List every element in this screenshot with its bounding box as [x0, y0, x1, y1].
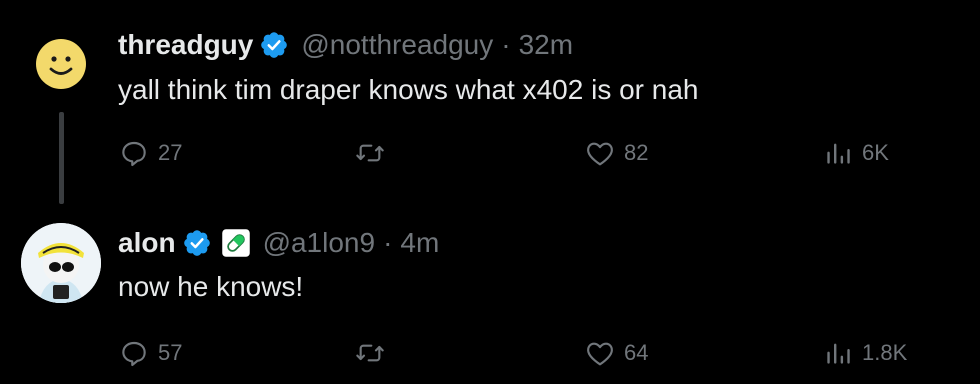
cartoon-character-avatar-icon — [21, 223, 101, 303]
verified-badge-icon[interactable] — [182, 228, 212, 258]
handle[interactable]: @notthreadguy — [301, 28, 493, 62]
smiley-face-icon — [36, 39, 86, 89]
reply-button[interactable]: 57 — [118, 336, 182, 370]
like-count: 82 — [624, 140, 649, 165]
separator-dot: · — [383, 227, 393, 258]
verified-badge-icon[interactable] — [259, 30, 289, 60]
retweet-button[interactable] — [354, 136, 386, 170]
like-count: 64 — [624, 340, 649, 365]
heart-icon — [587, 142, 613, 166]
display-name[interactable]: alon — [118, 226, 176, 260]
heart-icon — [587, 342, 613, 366]
views-button[interactable]: 1.8K — [822, 336, 907, 370]
thread-connector-line — [59, 112, 64, 204]
pill-affiliate-badge-icon[interactable] — [221, 228, 251, 258]
display-name[interactable]: threadguy — [118, 28, 253, 62]
reply-count: 57 — [158, 340, 183, 365]
reply-count: 27 — [158, 140, 183, 165]
tweet-text: yall think tim draper knows what x402 is… — [118, 74, 699, 105]
retweet-icon — [356, 344, 384, 362]
avatar-threadguy[interactable] — [21, 24, 101, 104]
tweet-header: threadguy @notthreadguy · 32m — [118, 28, 573, 62]
reply-icon — [122, 141, 146, 167]
action-bar: 27 82 6K — [118, 136, 980, 170]
avatar-alon[interactable] — [21, 223, 101, 303]
retweet-icon — [356, 144, 384, 162]
separator-dot: · — [501, 29, 511, 60]
tweet-header: alon @a1lon9 · 4m — [118, 226, 439, 260]
retweet-button[interactable] — [354, 336, 386, 370]
view-count: 1.8K — [862, 340, 908, 365]
tweet-threadguy[interactable]: threadguy @notthreadguy · 32m yall think… — [0, 0, 980, 204]
views-bar-chart-icon — [827, 143, 850, 164]
timestamp[interactable]: 4m — [400, 226, 439, 260]
action-bar: 57 64 1.8K — [118, 336, 980, 370]
like-button[interactable]: 82 — [584, 136, 648, 170]
reply-button[interactable]: 27 — [118, 136, 182, 170]
handle[interactable]: @a1lon9 — [263, 226, 376, 260]
reply-icon — [122, 341, 146, 367]
views-bar-chart-icon — [827, 343, 850, 364]
view-count: 6K — [862, 140, 889, 165]
views-button[interactable]: 6K — [822, 136, 889, 170]
tweet-alon[interactable]: alon @a1lon9 · 4m now he knows! 57 64 1.… — [0, 205, 980, 384]
timestamp[interactable]: 32m — [519, 28, 573, 62]
tweet-text: now he knows! — [118, 271, 304, 302]
like-button[interactable]: 64 — [584, 336, 648, 370]
